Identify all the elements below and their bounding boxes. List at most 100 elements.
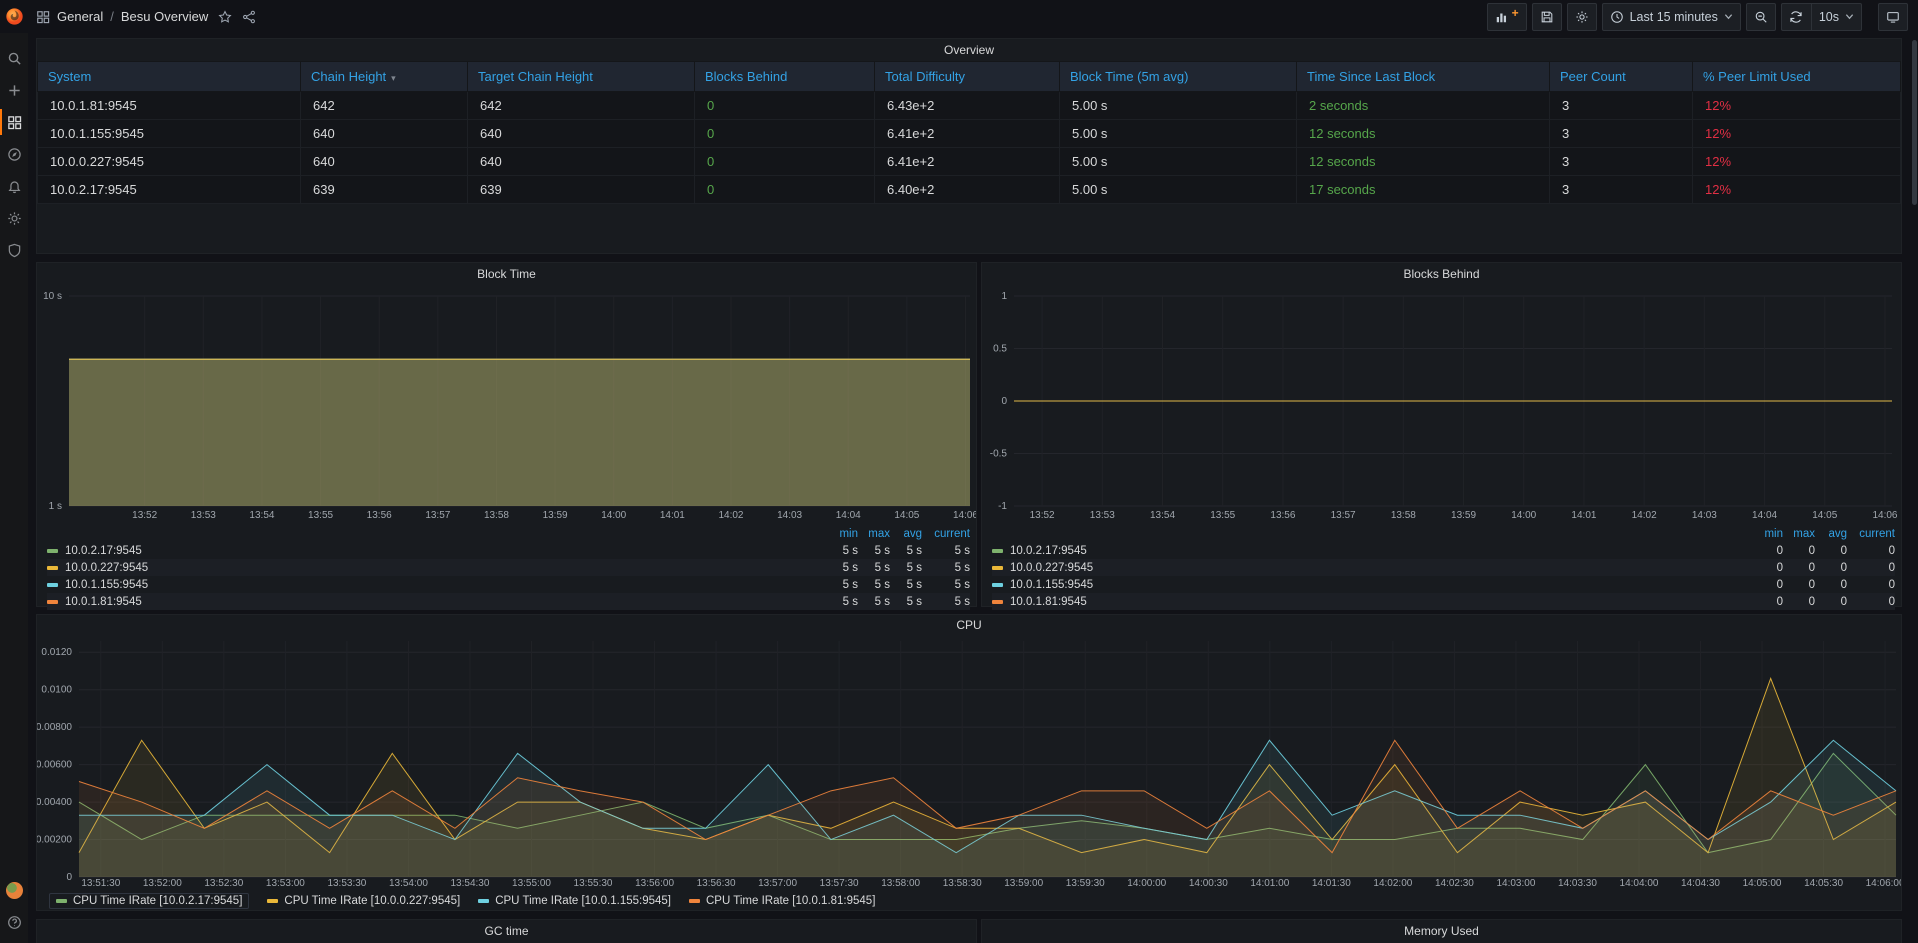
svg-text:0.0100: 0.0100 [41, 685, 72, 696]
blocks-behind-chart[interactable]: 10.50-0.5-113:5213:5313:5413:5513:5613:5… [982, 285, 1901, 525]
clock-icon [1610, 10, 1624, 24]
series-color-swatch [47, 600, 58, 604]
legend-current-value: 5 s [922, 596, 970, 608]
legend-header-avg[interactable]: avg [1815, 528, 1847, 540]
sidebar-item-dashboards[interactable] [0, 111, 28, 133]
cell-target-chain-height: 642 [468, 92, 695, 120]
svg-text:13:58:30: 13:58:30 [943, 878, 982, 889]
time-range-label: Last 15 minutes [1630, 10, 1718, 24]
cpu-legend-item[interactable]: CPU Time IRate [10.0.0.227:9545] [267, 895, 460, 907]
col-header-blocks-behind[interactable]: Blocks Behind [695, 62, 875, 92]
svg-text:14:04: 14:04 [1752, 510, 1777, 521]
series-label: CPU Time IRate [10.0.0.227:9545] [284, 895, 460, 907]
col-header-block-time[interactable]: Block Time (5m avg) [1060, 62, 1297, 92]
save-dashboard-button[interactable] [1532, 3, 1562, 31]
panel-title-overview[interactable]: Overview [37, 39, 1901, 61]
legend-max-value: 5 s [858, 562, 890, 574]
panel-title-memory-used[interactable]: Memory Used [982, 920, 1901, 942]
refresh-button[interactable] [1781, 3, 1811, 31]
sidebar [0, 0, 28, 943]
sidebar-item-search[interactable] [0, 47, 28, 69]
legend-current-value: 5 s [922, 579, 970, 591]
zoom-out-time-button[interactable] [1746, 3, 1776, 31]
cpu-legend-item[interactable]: CPU Time IRate [10.0.1.81:9545] [689, 895, 875, 907]
sidebar-item-server-admin[interactable] [0, 239, 28, 261]
block-time-chart[interactable]: 10 s1 s13:5213:5313:5413:5513:5613:5713:… [37, 285, 976, 525]
svg-text:14:02: 14:02 [1632, 510, 1657, 521]
legend-header-avg[interactable]: avg [890, 528, 922, 540]
svg-text:13:53: 13:53 [1090, 510, 1115, 521]
panel-title-blocks-behind[interactable]: Blocks Behind [982, 263, 1901, 285]
cell-total-difficulty: 6.41e+2 [875, 120, 1060, 148]
star-icon[interactable] [218, 10, 232, 24]
sidebar-item-help[interactable] [0, 911, 28, 933]
series-label[interactable]: 10.0.2.17:9545 [1008, 545, 1751, 557]
svg-text:14:00:30: 14:00:30 [1189, 878, 1228, 889]
user-avatar[interactable] [6, 882, 23, 899]
col-header-peer-count[interactable]: Peer Count [1550, 62, 1693, 92]
series-color-swatch [992, 583, 1003, 587]
legend-header-max[interactable]: max [1783, 528, 1815, 540]
legend-avg-value: 5 s [890, 562, 922, 574]
svg-text:14:05:30: 14:05:30 [1804, 878, 1843, 889]
legend-min-value: 0 [1751, 579, 1783, 591]
sidebar-item-create[interactable] [0, 79, 28, 101]
sidebar-item-alerting[interactable] [0, 175, 28, 197]
series-label[interactable]: 10.0.1.81:9545 [63, 596, 826, 608]
table-row: 10.0.2.17:9545 639 639 0 6.40e+2 5.00 s … [38, 176, 1901, 204]
svg-text:13:56: 13:56 [1270, 510, 1295, 521]
col-header-peer-limit-used[interactable]: % Peer Limit Used [1693, 62, 1901, 92]
series-label[interactable]: 10.0.1.81:9545 [1008, 596, 1751, 608]
series-label[interactable]: 10.0.0.227:9545 [63, 562, 826, 574]
add-panel-button[interactable]: + [1487, 3, 1527, 31]
panel-title-cpu[interactable]: CPU [37, 615, 1901, 635]
svg-text:0.00200: 0.00200 [37, 835, 72, 846]
grafana-flame-icon [5, 7, 24, 26]
svg-text:13:58: 13:58 [484, 510, 509, 521]
svg-text:13:57:30: 13:57:30 [820, 878, 859, 889]
sidebar-item-explore[interactable] [0, 143, 28, 165]
table-row: 10.0.0.227:9545 640 640 0 6.41e+2 5.00 s… [38, 148, 1901, 176]
legend-header-min[interactable]: min [826, 528, 858, 540]
dashboard-settings-button[interactable] [1567, 3, 1597, 31]
svg-text:13:54: 13:54 [1150, 510, 1175, 521]
cpu-legend-item[interactable]: CPU Time IRate [10.0.2.17:9545] [49, 893, 249, 909]
breadcrumb-page-title[interactable]: Besu Overview [121, 9, 208, 24]
svg-text:13:53:30: 13:53:30 [327, 878, 366, 889]
svg-text:0: 0 [1001, 396, 1007, 407]
cpu-legend-item[interactable]: CPU Time IRate [10.0.1.155:9545] [478, 895, 671, 907]
refresh-interval-dropdown[interactable]: 10s [1811, 3, 1862, 31]
series-color-swatch [267, 899, 278, 903]
search-icon [7, 51, 22, 66]
svg-text:14:01:00: 14:01:00 [1250, 878, 1289, 889]
series-label[interactable]: 10.0.1.155:9545 [1008, 579, 1751, 591]
legend-header-current[interactable]: current [1847, 528, 1895, 540]
col-header-system[interactable]: System [38, 62, 301, 92]
panel-title-gc-time[interactable]: GC time [37, 920, 976, 942]
panel-title-block-time[interactable]: Block Time [37, 263, 976, 285]
legend-header-current[interactable]: current [922, 528, 970, 540]
chevron-down-icon [1724, 12, 1733, 21]
sidebar-item-configuration[interactable] [0, 207, 28, 229]
series-label[interactable]: 10.0.2.17:9545 [63, 545, 826, 557]
vertical-scrollbar[interactable] [1912, 40, 1917, 205]
col-header-time-since-last-block[interactable]: Time Since Last Block [1297, 62, 1550, 92]
cell-chain-height: 642 [301, 92, 468, 120]
grafana-logo[interactable] [0, 0, 28, 33]
cpu-chart[interactable]: 0.01200.01000.008000.006000.004000.00200… [37, 635, 1901, 891]
legend-header-max[interactable]: max [858, 528, 890, 540]
col-header-target-chain-height[interactable]: Target Chain Height [468, 62, 695, 92]
cycle-view-mode-button[interactable] [1878, 3, 1908, 31]
time-range-picker[interactable]: Last 15 minutes [1602, 3, 1741, 31]
cell-blocks-behind: 0 [695, 148, 875, 176]
legend-row: 10.0.2.17:9545 0 0 0 0 [992, 542, 1895, 559]
cell-total-difficulty: 6.43e+2 [875, 92, 1060, 120]
col-header-chain-height[interactable]: Chain Height▾ [301, 62, 468, 92]
series-color-swatch [992, 600, 1003, 604]
share-icon[interactable] [242, 10, 256, 24]
legend-header-min[interactable]: min [1751, 528, 1783, 540]
series-label[interactable]: 10.0.1.155:9545 [63, 579, 826, 591]
col-header-total-difficulty[interactable]: Total Difficulty [875, 62, 1060, 92]
series-label[interactable]: 10.0.0.227:9545 [1008, 562, 1751, 574]
breadcrumb-section[interactable]: General [57, 9, 103, 24]
